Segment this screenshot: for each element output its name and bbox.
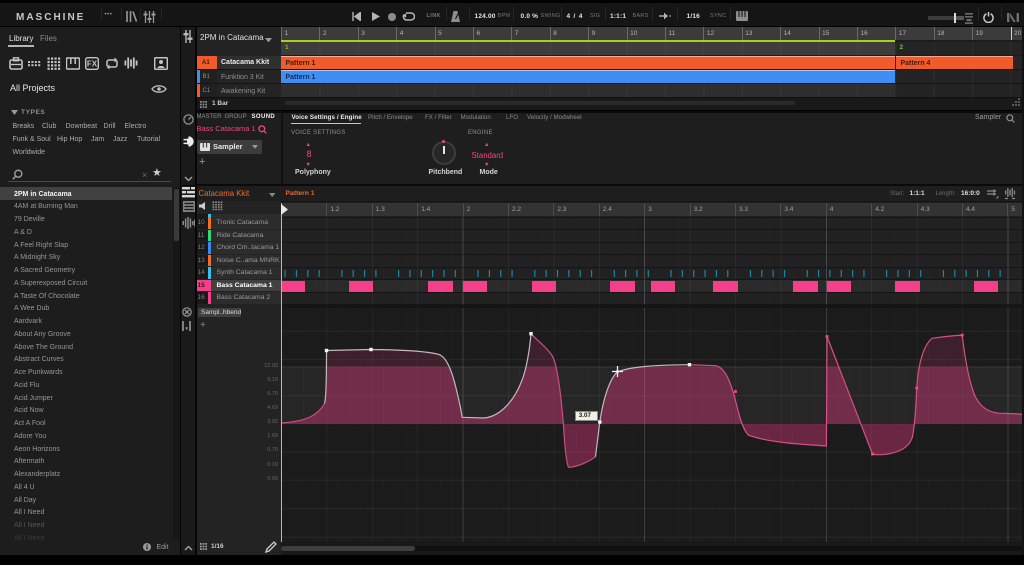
svg-text:FX: FX [87,60,98,69]
